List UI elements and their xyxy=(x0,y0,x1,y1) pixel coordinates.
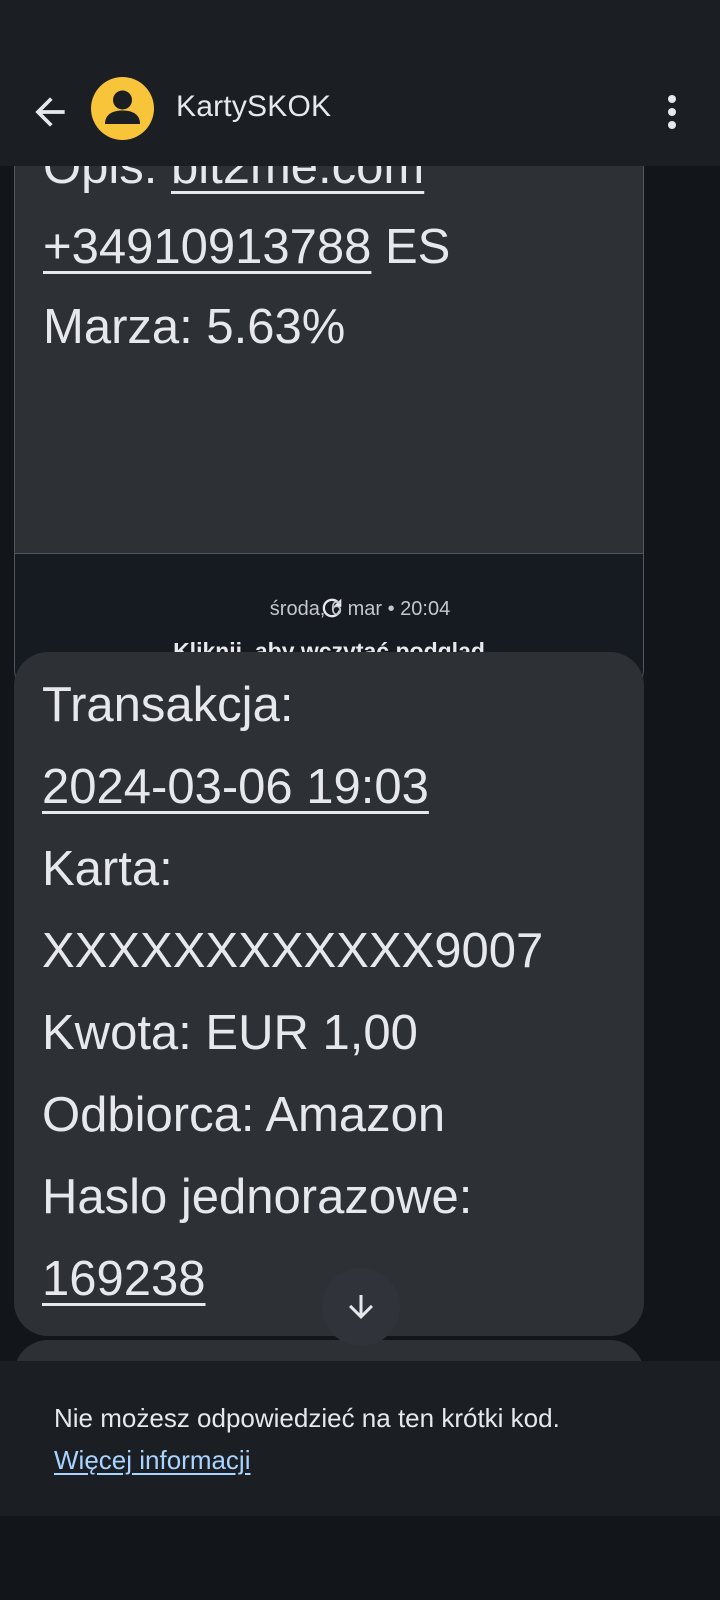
contact-name[interactable]: KartySKOK xyxy=(176,90,331,124)
arrow-down-icon xyxy=(349,1295,373,1319)
message-line: Karta: xyxy=(42,842,173,896)
next-message-bubble[interactable] xyxy=(14,1340,644,1361)
message-line: Haslo jednorazowe: xyxy=(42,1170,473,1224)
message-line: Kwota: EUR 1,00 xyxy=(42,1006,418,1060)
message-bubble[interactable]: Transakcja: 2024-03-06 19:03 Karta: XXXX… xyxy=(14,652,644,1336)
datetime-link[interactable]: 2024-03-06 19:03 xyxy=(42,760,429,814)
status-bar xyxy=(0,0,720,60)
scroll-to-bottom-button[interactable] xyxy=(322,1268,400,1346)
more-vert-icon[interactable] xyxy=(652,88,692,136)
conversation-list[interactable]: Opis: bit2me.com +34910913788 ES Marza: … xyxy=(0,166,720,1361)
otp-code-link[interactable]: 169238 xyxy=(42,1252,206,1306)
previous-message-text: Opis: bit2me.com +34910913788 ES Marza: … xyxy=(43,166,450,367)
navigation-bar xyxy=(0,1516,720,1600)
person-avatar-icon[interactable] xyxy=(91,77,154,140)
phone-link[interactable]: +34910913788 xyxy=(43,220,371,274)
app-header: KartySKOK xyxy=(0,60,720,166)
phone-suffix: ES xyxy=(371,220,451,274)
reply-unavailable-notice: Nie możesz odpowiedzieć na ten krótki ko… xyxy=(0,1361,720,1516)
opis-link[interactable]: bit2me.com xyxy=(171,166,424,194)
date-separator: środa, 6 mar • 20:04 xyxy=(269,598,451,620)
notice-text: Nie możesz odpowiedzieć na ten krótki ko… xyxy=(54,1403,560,1433)
message-line: Transakcja: xyxy=(42,678,294,732)
arrow-left-icon[interactable] xyxy=(28,90,72,134)
opis-label: Opis: xyxy=(43,166,171,194)
previous-message-bubble[interactable]: Opis: bit2me.com +34910913788 ES Marza: … xyxy=(14,166,644,704)
message-line: Odbiorca: Amazon xyxy=(42,1088,446,1142)
marza-line: Marza: 5.63% xyxy=(43,300,346,354)
message-line: XXXXXXXXXXXX9007 xyxy=(42,924,544,978)
message-text: Transakcja: 2024-03-06 19:03 Karta: XXXX… xyxy=(42,664,543,1320)
more-info-link[interactable]: Więcej informacji xyxy=(54,1445,251,1476)
